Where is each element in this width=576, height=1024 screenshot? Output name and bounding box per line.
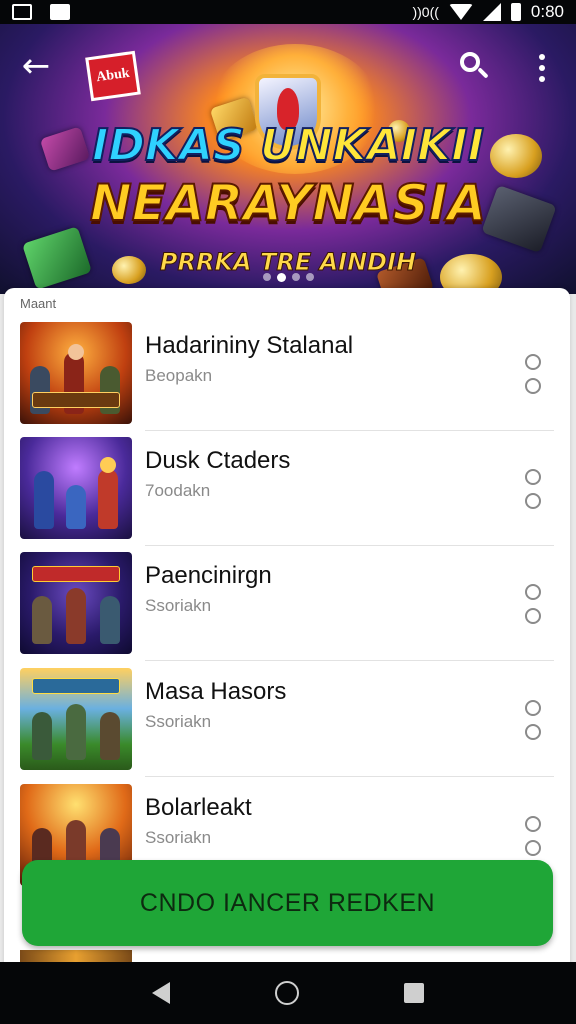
battery-icon <box>510 3 521 21</box>
game-subtitle: Ssoriakn <box>145 712 212 731</box>
nav-back-icon[interactable] <box>152 982 171 1004</box>
game-title: Hadarininy Stalanal <box>145 332 354 359</box>
game-subtitle: Ssoriakn <box>145 828 212 847</box>
game-title: Paencinirgn <box>145 562 272 589</box>
system-nav-bar <box>0 962 576 1024</box>
list-item[interactable]: Hadarininy Stalanal Beopakn <box>4 288 570 431</box>
vibrate-icon: ))0(( <box>412 4 439 20</box>
banner-pager[interactable] <box>0 273 576 282</box>
status-time: 0:80 <box>530 2 564 21</box>
signal-icon <box>482 3 501 21</box>
primary-action-button[interactable]: CNDO IANCER REDKEN <box>22 860 553 946</box>
radio-option[interactable] <box>525 584 541 600</box>
radio-option[interactable] <box>525 469 541 485</box>
list-item[interactable]: Masa Hasors Ssoriakn <box>4 634 570 777</box>
pager-dot[interactable] <box>305 273 314 281</box>
game-title: Dusk Ctaders <box>145 447 291 474</box>
game-subtitle: 7oodakn <box>145 481 211 500</box>
pager-dot[interactable] <box>262 273 271 281</box>
radio-option[interactable] <box>525 700 541 716</box>
pager-dot[interactable] <box>291 273 300 281</box>
list-item[interactable]: Paencinirgn Ssoriakn <box>4 518 570 661</box>
nav-recents-icon[interactable] <box>403 983 424 1003</box>
radio-option[interactable] <box>525 840 541 856</box>
radio-option[interactable] <box>525 816 541 832</box>
banner-title-line1: IDKAS UNKAIKII <box>91 119 485 172</box>
game-title: Masa Hasors <box>145 678 287 705</box>
list-item[interactable]: Bolarleakt Ssoriakn <box>4 750 570 886</box>
radio-option[interactable] <box>525 493 541 509</box>
image-icon <box>12 4 32 20</box>
status-bar: ))0(( 0:80 <box>0 0 576 24</box>
pager-dot[interactable] <box>276 273 286 282</box>
more-vertical-icon[interactable] <box>526 46 558 90</box>
radio-option[interactable] <box>525 378 541 394</box>
primary-action-label: CNDO IANCER REDKEN <box>139 889 436 917</box>
radio-option[interactable] <box>525 724 541 740</box>
game-title: Bolarleakt <box>145 794 252 821</box>
screen: ))0(( 0:80 Abuk IDKAS UNKAIKII NEARAYNAS… <box>0 0 576 1024</box>
banner-subtitle: PRRKA TRE AINDIH <box>159 248 417 277</box>
search-icon[interactable] <box>452 46 496 90</box>
app-bar: ← <box>0 24 576 108</box>
game-subtitle: Ssoriakn <box>145 596 212 615</box>
list-item[interactable]: Dusk Ctaders 7oodakn <box>4 403 570 546</box>
nav-home-icon[interactable] <box>274 981 299 1005</box>
game-subtitle: Beopakn <box>145 366 213 385</box>
banner-title-line2: NEARAYNASIA <box>89 173 487 233</box>
radio-option[interactable] <box>525 608 541 624</box>
gallery-icon <box>50 4 70 20</box>
wifi-icon <box>448 4 473 20</box>
radio-option[interactable] <box>525 354 541 370</box>
back-arrow-icon[interactable]: ← <box>14 46 58 90</box>
